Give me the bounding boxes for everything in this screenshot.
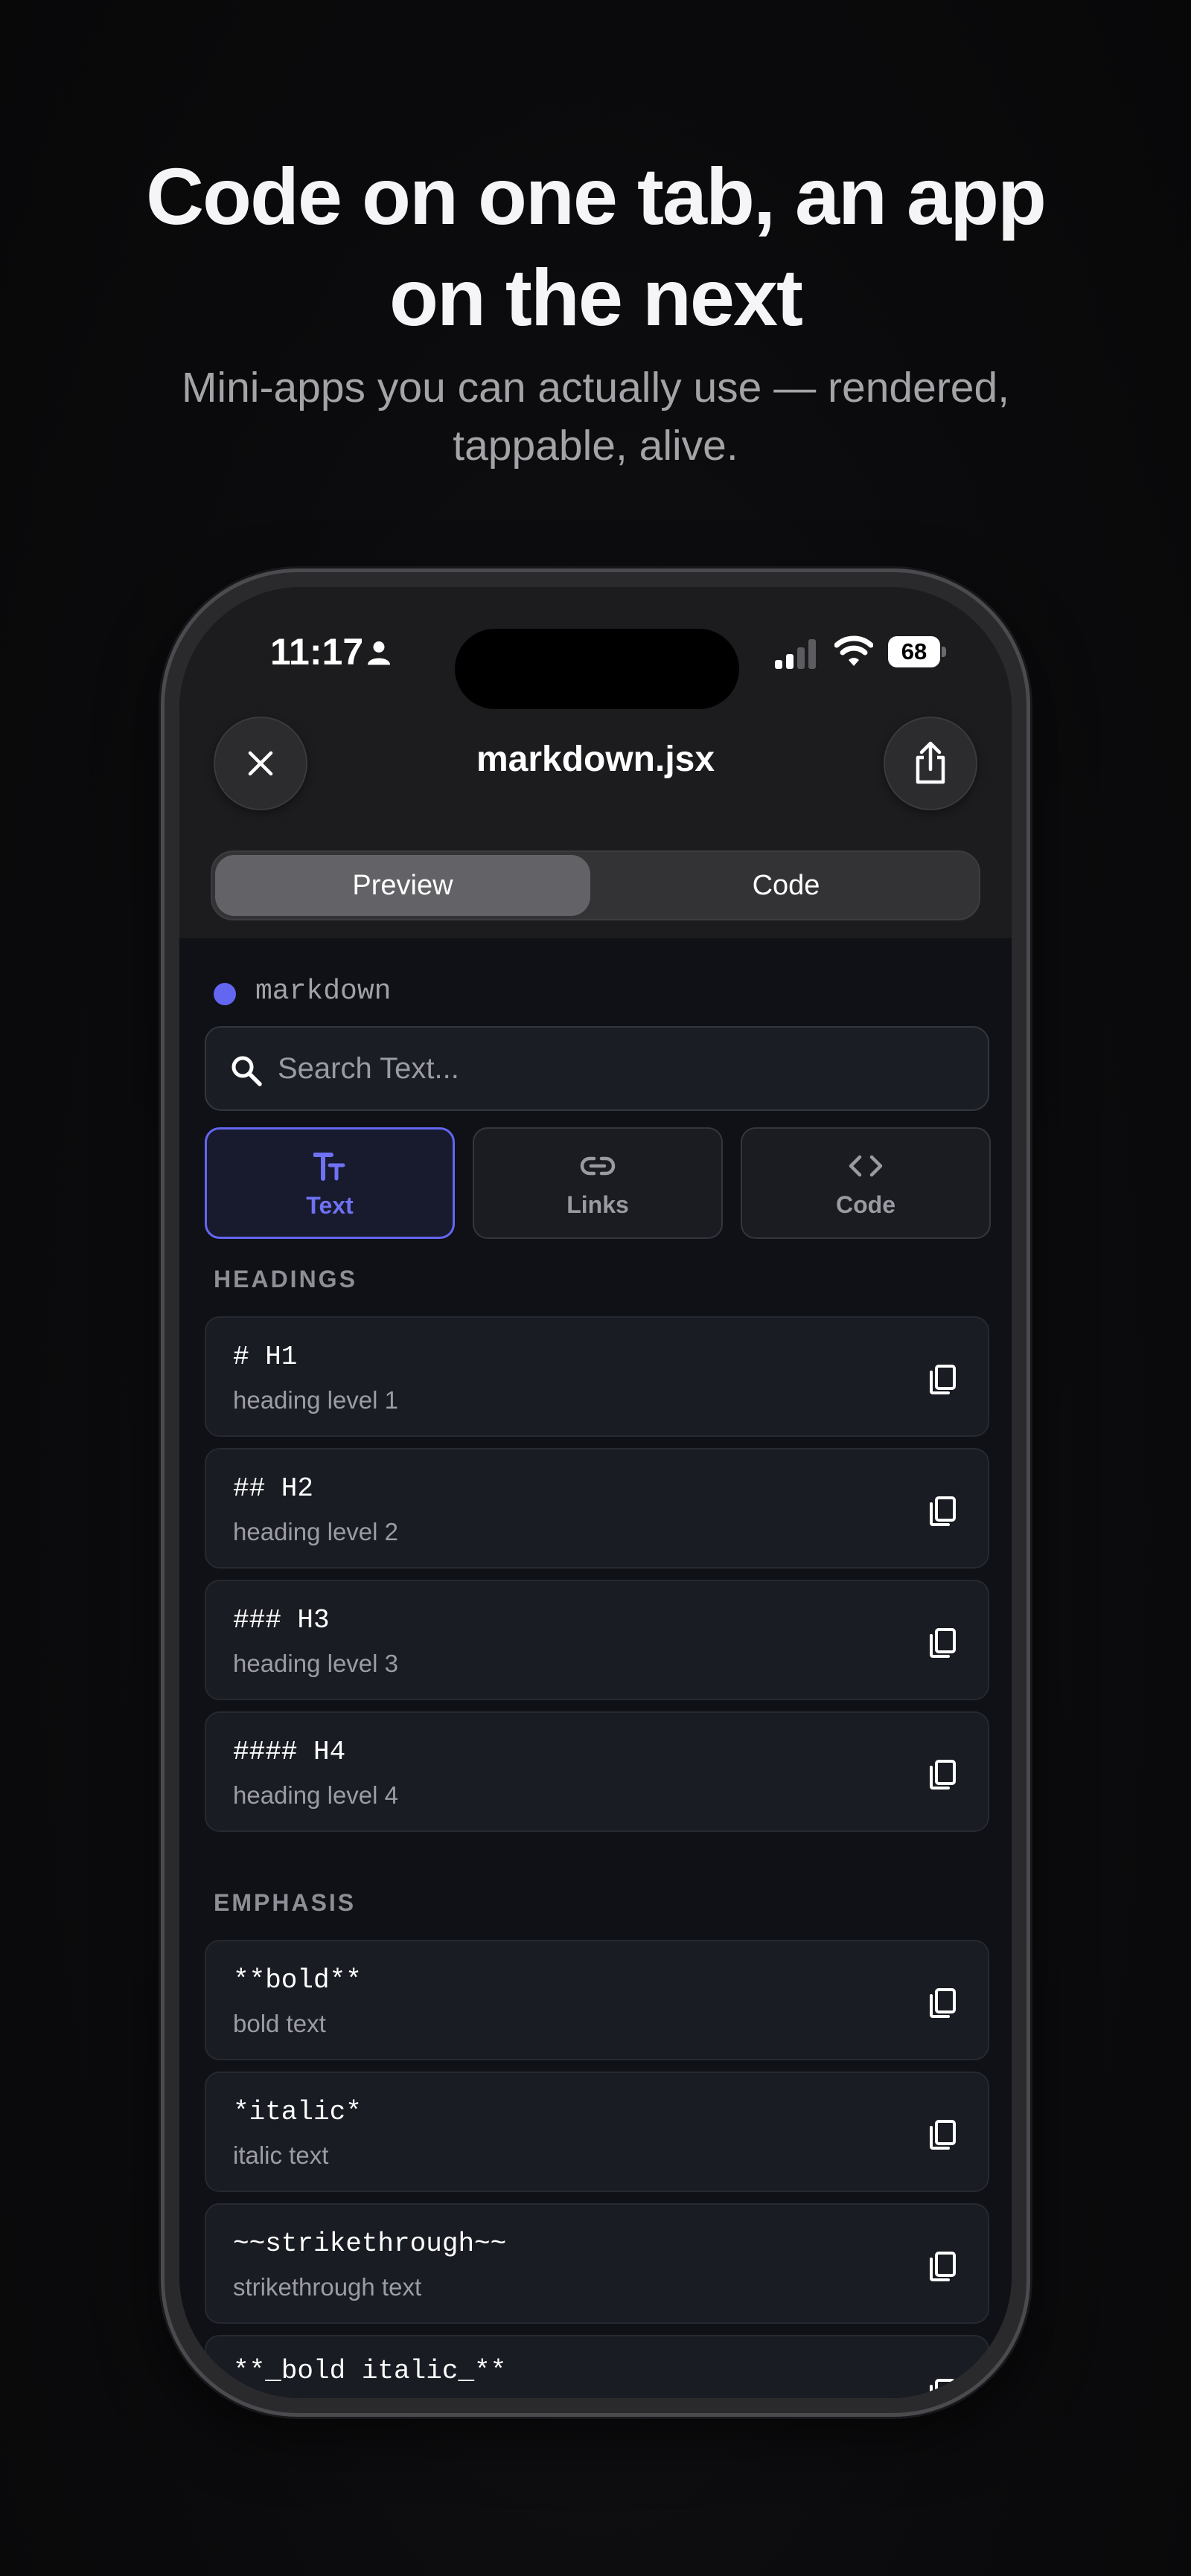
list-item[interactable]: ~~strikethrough~~ strikethrough text	[205, 2203, 989, 2324]
person-icon	[368, 641, 390, 665]
list-item[interactable]: # H1 heading level 1	[205, 1316, 989, 1437]
promo-headline-line1: Code on one tab, an app	[145, 151, 1047, 241]
item-syntax: ## H2	[233, 1473, 314, 1504]
cellular-signal-icon	[775, 639, 816, 669]
top-bar: 11:17 68 markdown.jsx Preview Code	[179, 587, 1012, 938]
item-syntax: *italic*	[233, 2097, 362, 2127]
app-status-dot	[214, 983, 236, 1005]
list-item[interactable]: **bold** bold text	[205, 1940, 989, 2060]
tab-code[interactable]: Code	[596, 855, 976, 916]
battery-indicator: 68	[888, 636, 946, 667]
tab-links[interactable]: Links	[473, 1127, 723, 1239]
app-name: markdown	[255, 975, 392, 1007]
tab-links-label: Links	[566, 1191, 629, 1218]
search-input[interactable]: Search Text...	[205, 1026, 989, 1111]
item-syntax: ### H3	[233, 1605, 330, 1635]
preview-content: markdown Search Text... Text Links Code …	[179, 938, 1012, 2398]
promo-subhead-line1: Mini-apps you can actually use — rendere…	[181, 364, 1010, 411]
item-description: heading level 2	[233, 1518, 399, 1545]
copy-icon[interactable]	[928, 1496, 957, 1527]
item-description: italic text	[233, 2141, 329, 2169]
item-description: bold text	[233, 2010, 326, 2037]
item-syntax: **_bold italic_**	[233, 2356, 507, 2386]
promo-subhead: Mini-apps you can actually use — rendere…	[149, 359, 1042, 475]
dynamic-island	[455, 629, 739, 709]
copy-icon[interactable]	[928, 1364, 957, 1395]
preview-code-toggle: Preview Code	[211, 850, 980, 920]
share-icon	[916, 741, 945, 784]
copy-icon[interactable]	[928, 1627, 957, 1659]
text-size-icon	[313, 1153, 345, 1181]
wifi-icon	[834, 635, 873, 666]
list-item[interactable]: #### H4 heading level 4	[205, 1711, 989, 1832]
tab-code-section[interactable]: Code	[741, 1127, 991, 1239]
item-description: heading level 4	[233, 1781, 399, 1809]
section-title-emphasis: EMPHASIS	[214, 1889, 357, 1916]
promo-headline: Code on one tab, an app on the next	[0, 146, 1191, 348]
item-description: heading level 3	[233, 1650, 399, 1677]
copy-icon[interactable]	[928, 2251, 957, 2282]
item-syntax: # H1	[233, 1342, 298, 1372]
copy-icon[interactable]	[928, 2378, 957, 2398]
section-title-headings: HEADINGS	[214, 1266, 357, 1292]
item-description: heading level 1	[233, 1386, 399, 1414]
list-item[interactable]: **_bold italic_**	[205, 2335, 989, 2398]
share-button[interactable]	[884, 717, 977, 810]
item-description: strikethrough text	[233, 2273, 422, 2301]
battery-level: 68	[888, 636, 940, 667]
promo-subhead-line2: tappable, alive.	[453, 422, 738, 470]
item-syntax: #### H4	[233, 1737, 346, 1767]
item-syntax: ~~strikethrough~~	[233, 2229, 507, 2259]
promo-headline-line2: on the next	[389, 252, 803, 342]
phone-frame: 11:17 68 markdown.jsx Preview Code markd…	[161, 568, 1030, 2417]
link-icon	[580, 1156, 616, 1176]
copy-icon[interactable]	[928, 1987, 957, 2019]
tab-code-label: Code	[836, 1191, 895, 1218]
list-item[interactable]: ## H2 heading level 2	[205, 1448, 989, 1569]
copy-icon[interactable]	[928, 2119, 957, 2150]
tab-text-label: Text	[306, 1192, 354, 1219]
list-item[interactable]: ### H3 heading level 3	[205, 1580, 989, 1700]
tab-text[interactable]: Text	[205, 1127, 455, 1239]
list-item[interactable]: *italic* italic text	[205, 2072, 989, 2192]
search-placeholder: Search Text...	[278, 1052, 459, 1085]
phone-screen: 11:17 68 markdown.jsx Preview Code markd…	[179, 587, 1012, 2398]
search-icon	[232, 1056, 262, 1086]
status-time: 11:17	[270, 631, 364, 673]
tab-preview[interactable]: Preview	[215, 855, 590, 916]
code-brackets-icon	[849, 1155, 883, 1177]
item-syntax: **bold**	[233, 1965, 362, 1996]
battery-tip	[942, 647, 946, 657]
copy-icon[interactable]	[928, 1759, 957, 1790]
